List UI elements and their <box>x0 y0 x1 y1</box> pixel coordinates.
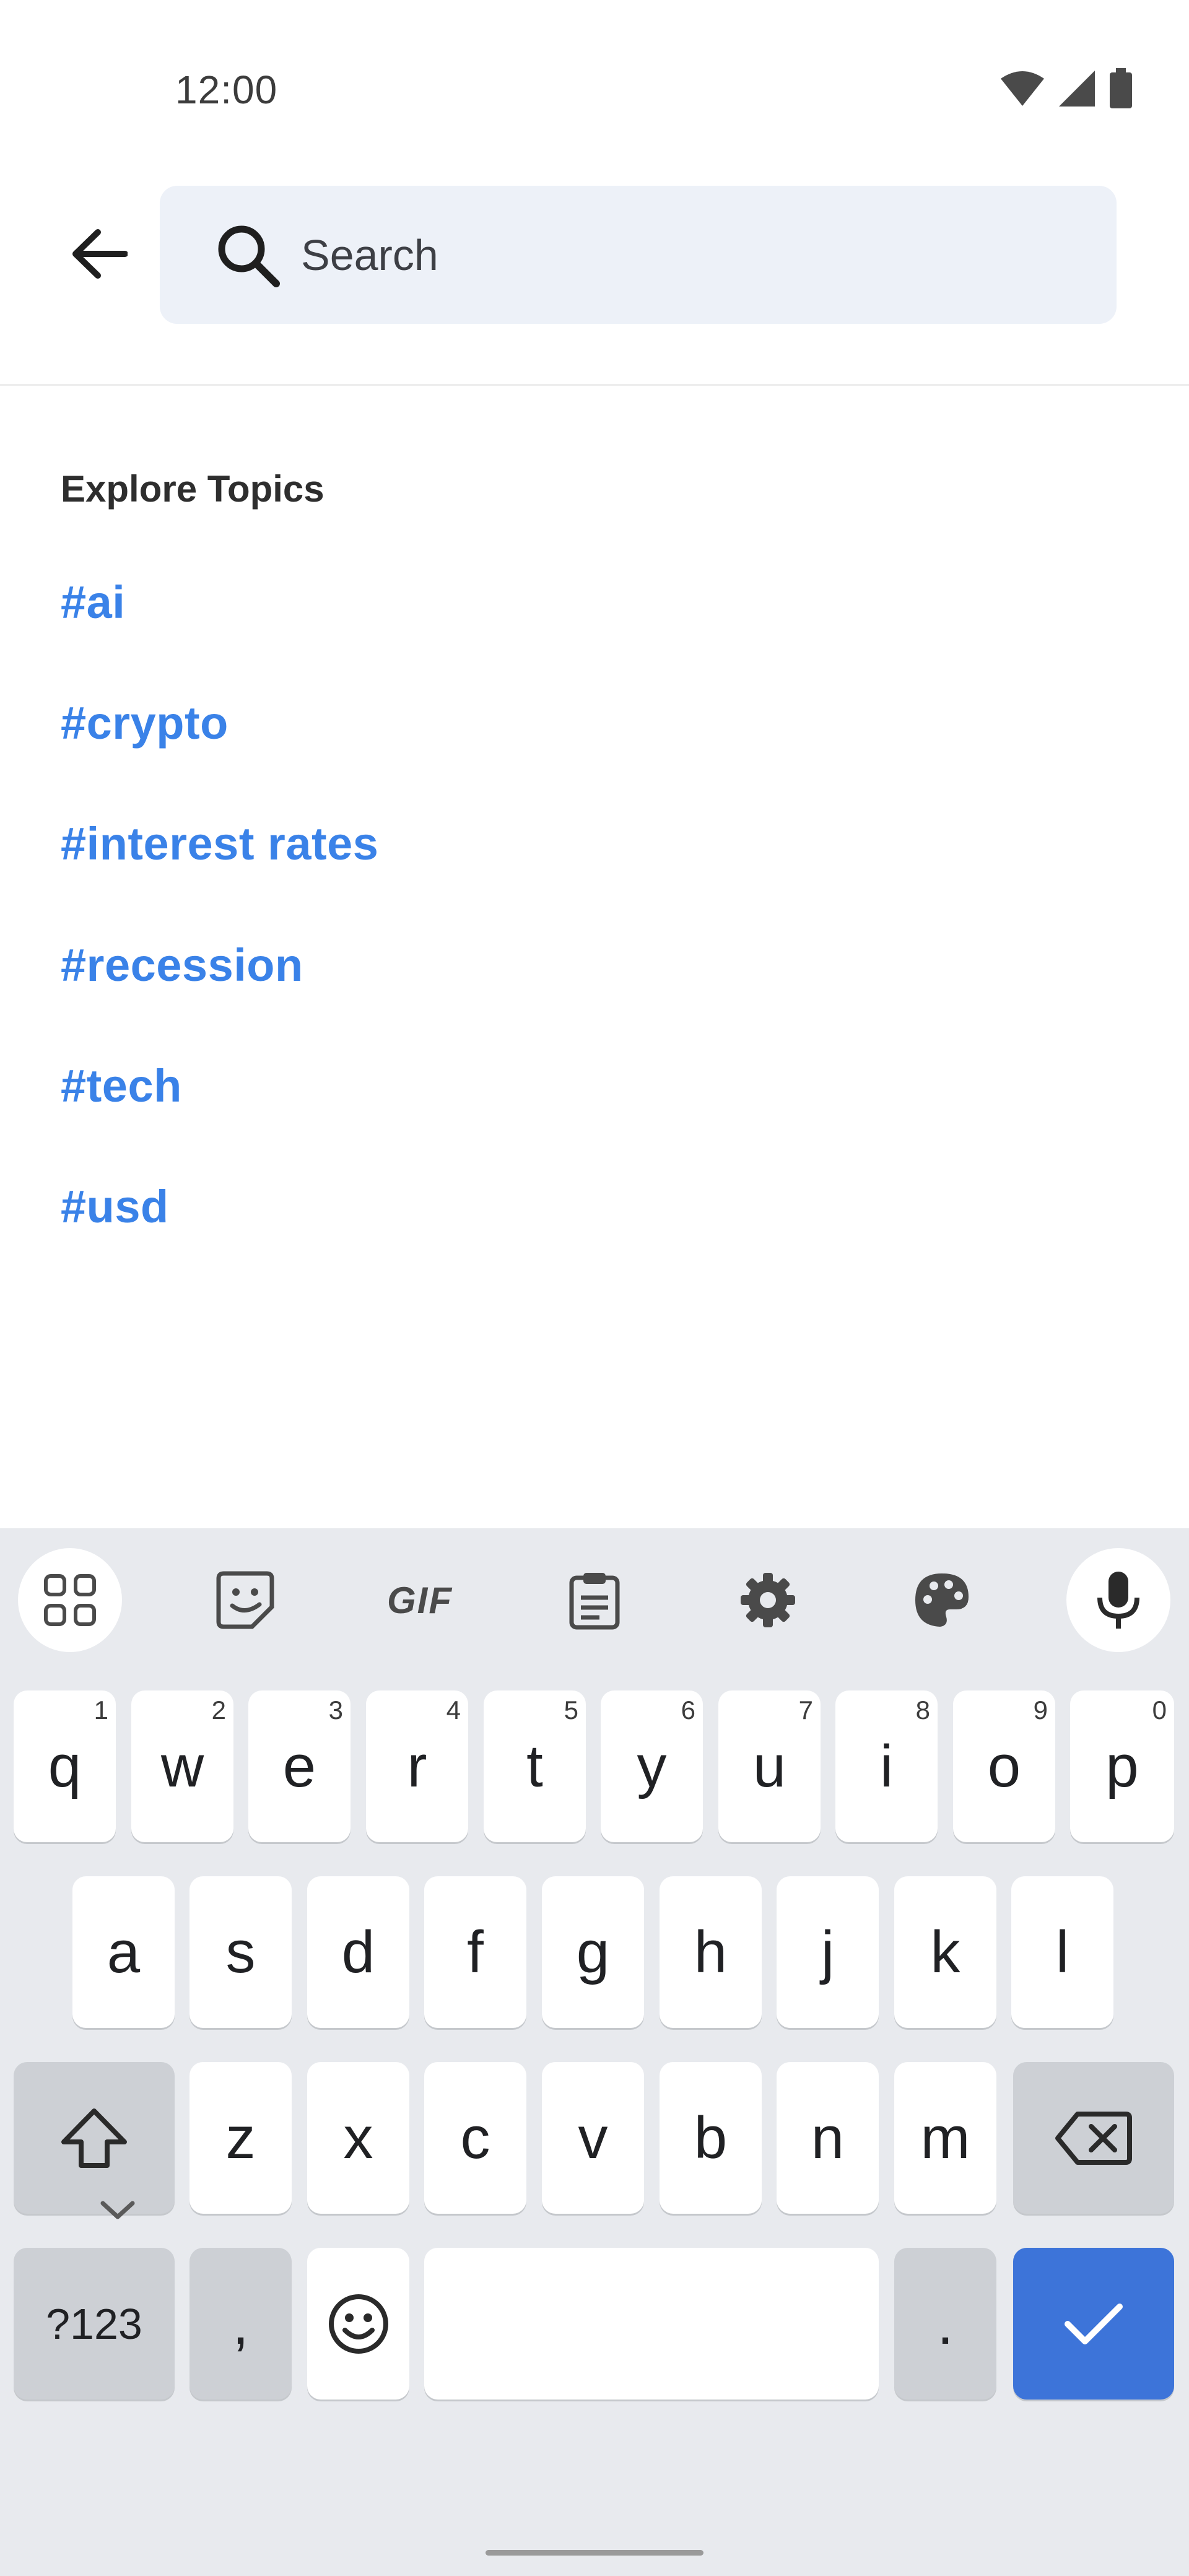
emoji-icon <box>328 2294 388 2354</box>
section-title-explore: Explore Topics <box>61 468 324 510</box>
key-x[interactable]: x <box>307 2062 409 2214</box>
keyboard-collapse-button[interactable] <box>99 2198 136 2224</box>
sticker-icon <box>216 1571 274 1629</box>
sticker-button[interactable] <box>193 1548 297 1652</box>
topic-link[interactable]: #crypto <box>61 697 229 749</box>
battery-icon <box>1110 68 1132 108</box>
theme-button[interactable] <box>890 1548 994 1652</box>
key-u[interactable]: 7u <box>718 1690 821 1842</box>
status-time: 12:00 <box>175 67 278 112</box>
key-v[interactable]: v <box>542 2062 644 2214</box>
signal-icon <box>1059 71 1095 107</box>
status-icons <box>1000 68 1133 109</box>
palette-icon <box>915 1573 969 1627</box>
clipboard-icon <box>569 1573 620 1630</box>
search-bar[interactable] <box>160 186 1117 324</box>
key-j[interactable]: j <box>777 1876 879 2028</box>
settings-gear-icon <box>741 1573 795 1627</box>
settings-button[interactable] <box>716 1548 820 1652</box>
period-key[interactable]: . <box>894 2248 996 2400</box>
key-o[interactable]: 9o <box>953 1690 1055 1842</box>
key-l[interactable]: l <box>1011 1876 1113 2028</box>
space-key[interactable] <box>424 2248 879 2400</box>
gif-icon: GIF <box>387 1579 453 1621</box>
key-h[interactable]: h <box>660 1876 762 2028</box>
key-c[interactable]: c <box>424 2062 526 2214</box>
key-m[interactable]: m <box>894 2062 996 2214</box>
key-y[interactable]: 6y <box>601 1690 703 1842</box>
key-r[interactable]: 4r <box>366 1690 468 1842</box>
gesture-nav-handle[interactable] <box>486 2550 703 2556</box>
key-t[interactable]: 5t <box>484 1690 586 1842</box>
voice-input-button[interactable] <box>1066 1548 1170 1652</box>
checkmark-icon <box>1065 2303 1123 2344</box>
clipboard-button[interactable] <box>542 1548 647 1652</box>
shift-arrow-icon <box>61 2108 127 2168</box>
emoji-key[interactable] <box>307 2248 409 2400</box>
apps-grid-icon <box>44 1574 96 1626</box>
symbols-key[interactable]: ?123 <box>14 2248 175 2400</box>
enter-key[interactable] <box>1013 2248 1174 2400</box>
key-g[interactable]: g <box>542 1876 644 2028</box>
comma-key[interactable]: , <box>189 2248 292 2400</box>
chevron-down-icon <box>100 2201 135 2219</box>
key-k[interactable]: k <box>894 1876 996 2028</box>
topic-link[interactable]: #interest rates <box>61 817 378 870</box>
key-i[interactable]: 8i <box>835 1690 938 1842</box>
search-icon <box>214 222 281 289</box>
topic-link[interactable]: #recession <box>61 939 303 991</box>
search-input[interactable] <box>300 229 1045 281</box>
key-d[interactable]: d <box>307 1876 409 2028</box>
microphone-icon <box>1097 1572 1139 1629</box>
topic-link[interactable]: #usd <box>61 1180 169 1233</box>
key-q[interactable]: 1q <box>14 1690 116 1842</box>
back-button[interactable] <box>56 217 142 291</box>
topic-link[interactable]: #ai <box>61 576 125 629</box>
header-divider <box>0 384 1189 386</box>
key-z[interactable]: z <box>189 2062 292 2214</box>
key-s[interactable]: s <box>189 1876 292 2028</box>
key-f[interactable]: f <box>424 1876 526 2028</box>
key-b[interactable]: b <box>660 2062 762 2214</box>
apps-grid-button[interactable] <box>18 1548 122 1652</box>
gif-button[interactable]: GIF <box>368 1548 472 1652</box>
key-a[interactable]: a <box>72 1876 175 2028</box>
topic-link[interactable]: #tech <box>61 1060 182 1112</box>
arrow-left-icon <box>72 229 128 279</box>
keyboard-toolbar: GIF <box>0 1528 1189 1671</box>
status-bar: 12:00 <box>0 0 1189 142</box>
wifi-icon <box>1001 71 1044 106</box>
backspace-key[interactable] <box>1013 2062 1174 2214</box>
shift-key[interactable] <box>14 2062 175 2214</box>
keyboard: GIF 1 q 2 w 3 e 4 r 5 t 6 y 7 u 8 i 9 o … <box>0 1528 1189 2576</box>
backspace-icon <box>1055 2111 1132 2165</box>
key-w[interactable]: 2w <box>131 1690 233 1842</box>
key-e[interactable]: 3e <box>248 1690 351 1842</box>
key-p[interactable]: 0p <box>1070 1690 1174 1842</box>
key-n[interactable]: n <box>777 2062 879 2214</box>
